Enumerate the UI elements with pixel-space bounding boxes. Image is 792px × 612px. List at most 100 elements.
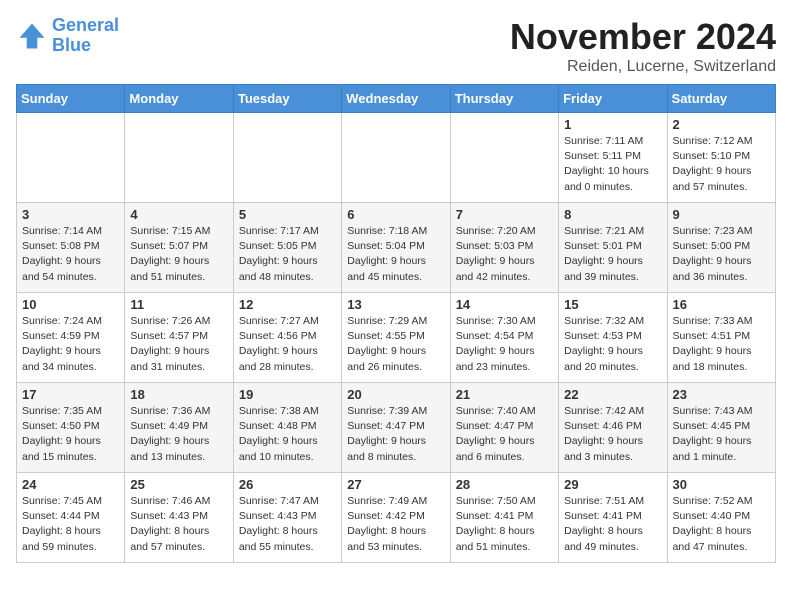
day-info: Sunrise: 7:12 AM Sunset: 5:10 PM Dayligh… (673, 134, 770, 195)
col-header-sunday: Sunday (17, 85, 125, 113)
calendar-cell: 8 Sunrise: 7:21 AM Sunset: 5:01 PM Daylig… (559, 203, 667, 293)
calendar-cell: 7Sunrise: 7:20 AM Sunset: 5:03 PM Daylig… (450, 203, 558, 293)
calendar-cell: 26 Sunrise: 7:47 AM Sunset: 4:43 PM Dayli… (233, 473, 341, 563)
day-number: 21 (456, 387, 553, 402)
day-number: 17 (22, 387, 119, 402)
calendar-cell: 2Sunrise: 7:12 AM Sunset: 5:10 PM Daylig… (667, 113, 775, 203)
day-info: Sunrise: 7:33 AM Sunset: 4:51 PM Dayligh… (673, 314, 770, 375)
calendar-cell: 29 Sunrise: 7:51 AM Sunset: 4:41 PM Dayli… (559, 473, 667, 563)
calendar-cell: 20Sunrise: 7:39 AM Sunset: 4:47 PM Dayli… (342, 383, 450, 473)
day-number: 1 (564, 117, 661, 132)
day-info: Sunrise: 7:18 AM Sunset: 5:04 PM Dayligh… (347, 224, 444, 285)
day-info: Sunrise: 7:27 AM Sunset: 4:56 PM Dayligh… (239, 314, 336, 375)
calendar-cell: 25 Sunrise: 7:46 AM Sunset: 4:43 PM Dayli… (125, 473, 233, 563)
day-info: Sunrise: 7:36 AM Sunset: 4:49 PM Dayligh… (130, 404, 227, 465)
day-info: Sunrise: 7:42 AM Sunset: 4:46 PM Dayligh… (564, 404, 661, 465)
day-info: Sunrise: 7:30 AM Sunset: 4:54 PM Dayligh… (456, 314, 553, 375)
calendar-cell: 4Sunrise: 7:15 AM Sunset: 5:07 PM Daylig… (125, 203, 233, 293)
day-number: 14 (456, 297, 553, 312)
day-number: 30 (673, 477, 770, 492)
calendar-cell: 18 Sunrise: 7:36 AM Sunset: 4:49 PM Dayli… (125, 383, 233, 473)
day-number: 16 (673, 297, 770, 312)
calendar-week-2: 3 Sunrise: 7:14 AM Sunset: 5:08 PM Daylig… (17, 203, 776, 293)
calendar-cell: 17 Sunrise: 7:35 AM Sunset: 4:50 PM Dayli… (17, 383, 125, 473)
col-header-tuesday: Tuesday (233, 85, 341, 113)
calendar-cell: 10 Sunrise: 7:24 AM Sunset: 4:59 PM Dayli… (17, 293, 125, 383)
day-number: 5 (239, 207, 336, 222)
day-number: 29 (564, 477, 661, 492)
col-header-monday: Monday (125, 85, 233, 113)
calendar-cell (450, 113, 558, 203)
logo-line2: Blue (52, 35, 91, 55)
calendar-table: SundayMondayTuesdayWednesdayThursdayFrid… (16, 84, 776, 563)
calendar-week-1: 1 Sunrise: 7:11 AM Sunset: 5:11 PM Daylig… (17, 113, 776, 203)
calendar-cell: 14 Sunrise: 7:30 AM Sunset: 4:54 PM Dayli… (450, 293, 558, 383)
calendar-week-4: 17 Sunrise: 7:35 AM Sunset: 4:50 PM Dayli… (17, 383, 776, 473)
calendar-cell (125, 113, 233, 203)
day-number: 27 (347, 477, 444, 492)
day-info: Sunrise: 7:24 AM Sunset: 4:59 PM Dayligh… (22, 314, 119, 375)
calendar-subtitle: Reiden, Lucerne, Switzerland (510, 58, 776, 76)
day-info: Sunrise: 7:50 AM Sunset: 4:41 PM Dayligh… (456, 494, 553, 555)
calendar-body: 1 Sunrise: 7:11 AM Sunset: 5:11 PM Daylig… (17, 113, 776, 563)
col-header-thursday: Thursday (450, 85, 558, 113)
day-number: 18 (130, 387, 227, 402)
day-info: Sunrise: 7:35 AM Sunset: 4:50 PM Dayligh… (22, 404, 119, 465)
calendar-cell: 19 Sunrise: 7:38 AM Sunset: 4:48 PM Dayli… (233, 383, 341, 473)
calendar-cell: 15Sunrise: 7:32 AM Sunset: 4:53 PM Dayli… (559, 293, 667, 383)
logo: General Blue (16, 16, 119, 56)
day-info: Sunrise: 7:38 AM Sunset: 4:48 PM Dayligh… (239, 404, 336, 465)
calendar-cell (17, 113, 125, 203)
page-header: General Blue November 2024 Reiden, Lucer… (16, 16, 776, 76)
col-header-saturday: Saturday (667, 85, 775, 113)
day-info: Sunrise: 7:52 AM Sunset: 4:40 PM Dayligh… (673, 494, 770, 555)
calendar-cell: 22 Sunrise: 7:42 AM Sunset: 4:46 PM Dayli… (559, 383, 667, 473)
calendar-cell: 27 Sunrise: 7:49 AM Sunset: 4:42 PM Dayli… (342, 473, 450, 563)
calendar-cell: 13 Sunrise: 7:29 AM Sunset: 4:55 PM Dayli… (342, 293, 450, 383)
day-info: Sunrise: 7:21 AM Sunset: 5:01 PM Dayligh… (564, 224, 661, 285)
day-number: 23 (673, 387, 770, 402)
day-info: Sunrise: 7:14 AM Sunset: 5:08 PM Dayligh… (22, 224, 119, 285)
day-number: 3 (22, 207, 119, 222)
day-number: 8 (564, 207, 661, 222)
day-info: Sunrise: 7:51 AM Sunset: 4:41 PM Dayligh… (564, 494, 661, 555)
day-info: Sunrise: 7:29 AM Sunset: 4:55 PM Dayligh… (347, 314, 444, 375)
day-number: 25 (130, 477, 227, 492)
calendar-cell: 28Sunrise: 7:50 AM Sunset: 4:41 PM Dayli… (450, 473, 558, 563)
day-info: Sunrise: 7:39 AM Sunset: 4:47 PM Dayligh… (347, 404, 444, 465)
day-info: Sunrise: 7:17 AM Sunset: 5:05 PM Dayligh… (239, 224, 336, 285)
calendar-cell: 16 Sunrise: 7:33 AM Sunset: 4:51 PM Dayli… (667, 293, 775, 383)
day-number: 24 (22, 477, 119, 492)
day-info: Sunrise: 7:45 AM Sunset: 4:44 PM Dayligh… (22, 494, 119, 555)
calendar-cell: 11Sunrise: 7:26 AM Sunset: 4:57 PM Dayli… (125, 293, 233, 383)
day-number: 6 (347, 207, 444, 222)
calendar-cell: 3 Sunrise: 7:14 AM Sunset: 5:08 PM Daylig… (17, 203, 125, 293)
calendar-cell: 5 Sunrise: 7:17 AM Sunset: 5:05 PM Daylig… (233, 203, 341, 293)
day-info: Sunrise: 7:47 AM Sunset: 4:43 PM Dayligh… (239, 494, 336, 555)
day-number: 22 (564, 387, 661, 402)
calendar-cell (342, 113, 450, 203)
day-info: Sunrise: 7:43 AM Sunset: 4:45 PM Dayligh… (673, 404, 770, 465)
day-info: Sunrise: 7:46 AM Sunset: 4:43 PM Dayligh… (130, 494, 227, 555)
day-number: 15 (564, 297, 661, 312)
day-number: 10 (22, 297, 119, 312)
logo-line1: General (52, 15, 119, 35)
calendar-week-5: 24 Sunrise: 7:45 AM Sunset: 4:44 PM Dayli… (17, 473, 776, 563)
day-info: Sunrise: 7:40 AM Sunset: 4:47 PM Dayligh… (456, 404, 553, 465)
title-block: November 2024 Reiden, Lucerne, Switzerla… (510, 16, 776, 76)
day-number: 26 (239, 477, 336, 492)
calendar-title: November 2024 (510, 16, 776, 58)
day-number: 11 (130, 297, 227, 312)
col-header-friday: Friday (559, 85, 667, 113)
logo-icon (16, 20, 48, 52)
day-number: 19 (239, 387, 336, 402)
day-number: 13 (347, 297, 444, 312)
day-info: Sunrise: 7:49 AM Sunset: 4:42 PM Dayligh… (347, 494, 444, 555)
day-number: 4 (130, 207, 227, 222)
calendar-cell: 9Sunrise: 7:23 AM Sunset: 5:00 PM Daylig… (667, 203, 775, 293)
calendar-cell: 24 Sunrise: 7:45 AM Sunset: 4:44 PM Dayli… (17, 473, 125, 563)
logo-text: General Blue (52, 16, 119, 56)
day-number: 7 (456, 207, 553, 222)
calendar-cell: 6 Sunrise: 7:18 AM Sunset: 5:04 PM Daylig… (342, 203, 450, 293)
day-info: Sunrise: 7:11 AM Sunset: 5:11 PM Dayligh… (564, 134, 661, 195)
